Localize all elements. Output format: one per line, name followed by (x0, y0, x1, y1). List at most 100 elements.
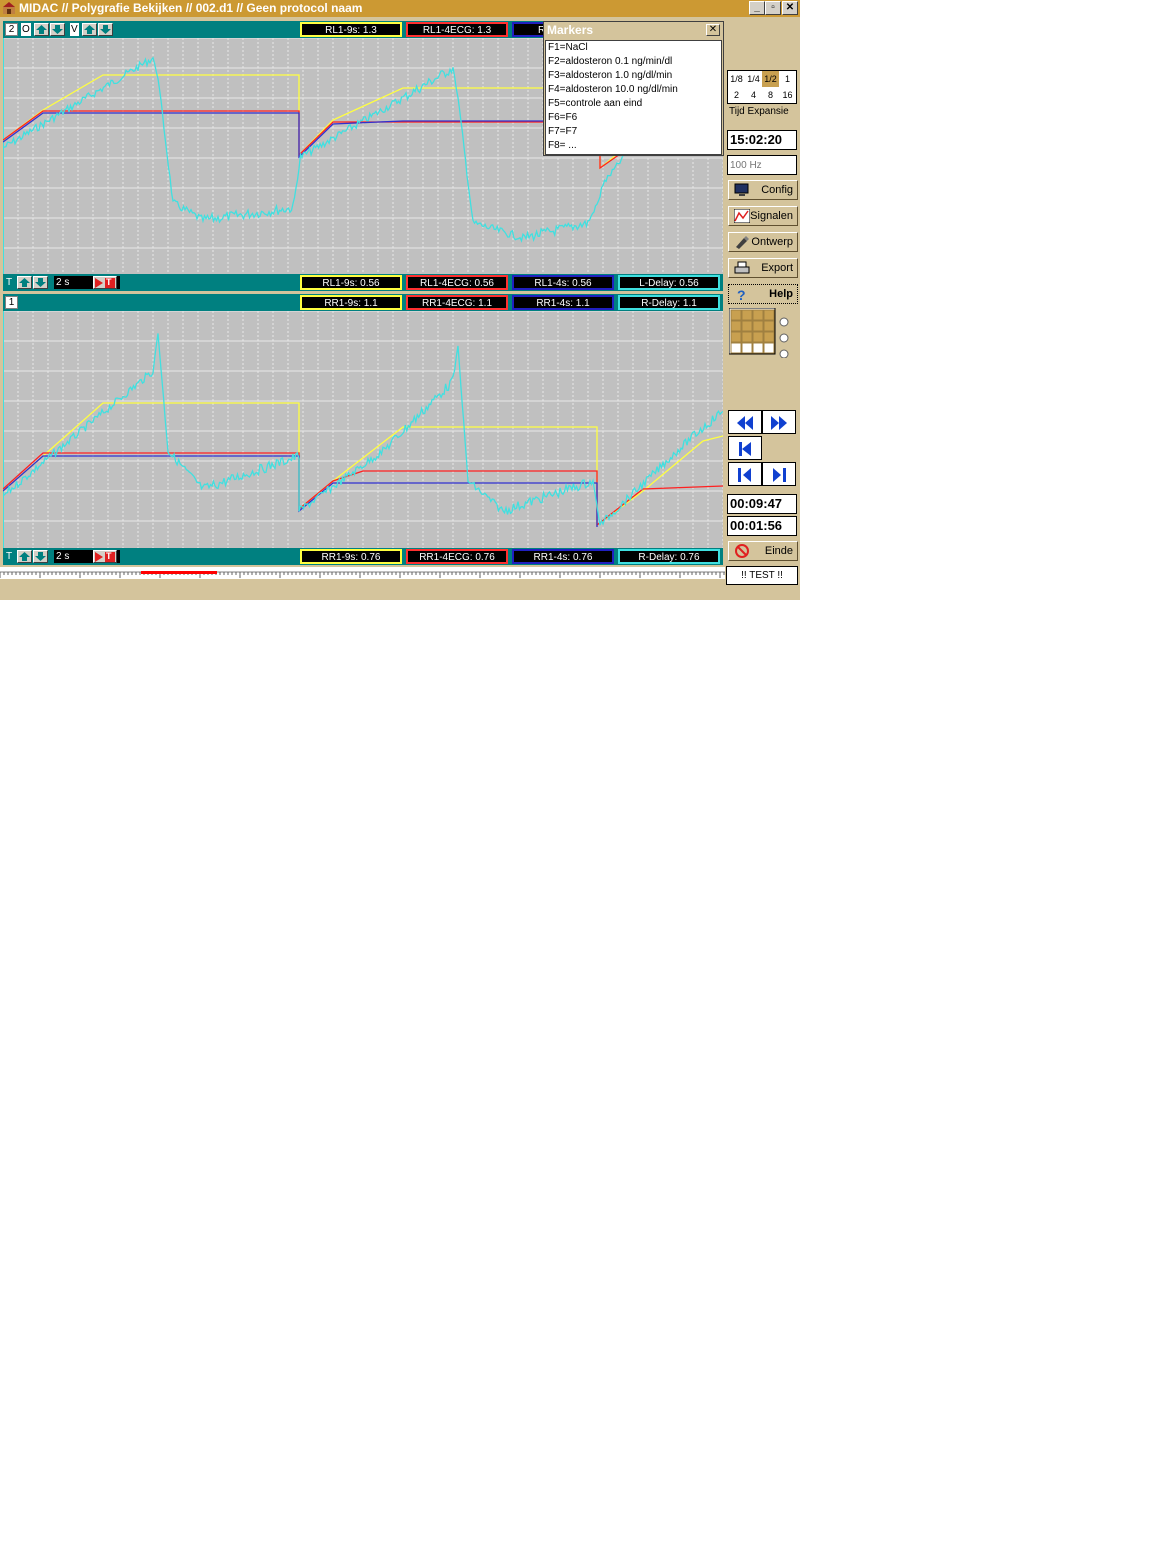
fast-forward-button[interactable] (762, 410, 796, 434)
rewind-button[interactable] (728, 410, 762, 434)
time-expansion-grid: 1/8 1/4 1/2 1 2 4 8 16 (727, 70, 797, 104)
design-icon (736, 236, 749, 249)
offset-down-button[interactable] (50, 23, 65, 36)
timeline-position-indicator[interactable] (141, 571, 217, 574)
timeline-ruler[interactable] (0, 567, 725, 600)
measurement-box: RR1-9s: 0.76 (300, 549, 402, 564)
position-time: 00:09:47 (727, 494, 797, 514)
main-window: MIDAC // Polygrafie Bekijken // 002.d1 /… (0, 0, 800, 600)
offset-up-button[interactable] (34, 23, 49, 36)
window-duration: 00:01:56 (727, 516, 797, 536)
expansion-option-selected[interactable]: 1/2 (762, 71, 779, 87)
expansion-option[interactable]: 4 (745, 87, 762, 103)
marker-item[interactable]: F1=NaCl (546, 41, 721, 55)
trigger-button[interactable]: T (93, 276, 117, 289)
measurement-box: RR1-4ECG: 1.1 (406, 295, 508, 310)
measurement-box: RL1-4s: 0.56 (512, 275, 614, 290)
printer-icon (734, 261, 750, 274)
measurement-box: RR1-4s: 0.76 (512, 549, 614, 564)
expansion-option[interactable]: 16 (779, 87, 796, 103)
trigger-button[interactable]: T (93, 550, 117, 563)
markers-close-button[interactable]: ✕ (706, 24, 720, 36)
trigger-label: T (106, 277, 112, 287)
measurement-box: RL1-9s: 0.56 (300, 275, 402, 290)
minimize-button[interactable]: _ (749, 1, 765, 15)
bottom-panel-footer: T 2 s T RR1-9s: 0.76 RR1-4ECG: 0.76 RR1-… (3, 548, 723, 565)
arrow-up-icon (19, 552, 30, 561)
marker-item[interactable]: F7=F7 (546, 125, 721, 139)
expansion-option[interactable]: 1 (779, 71, 796, 87)
arrow-up-icon (19, 278, 30, 287)
restore-button[interactable]: ▫ (765, 1, 781, 15)
help-label: Help (769, 288, 793, 300)
help-button[interactable]: ? Help (728, 284, 798, 304)
expansion-option[interactable]: 1/4 (745, 71, 762, 87)
window-title: MIDAC // Polygrafie Bekijken // 002.d1 /… (19, 1, 363, 15)
timebase-up-button[interactable] (17, 276, 32, 289)
go-start-icon (739, 442, 751, 456)
markers-list: F1=NaCl F2=aldosteron 0.1 ng/min/dl F3=a… (545, 40, 722, 155)
einde-button[interactable]: Einde (728, 541, 798, 561)
expansion-option[interactable]: 1/8 (728, 71, 745, 87)
arrow-up-icon (84, 25, 95, 34)
trigger-label: T (106, 551, 112, 561)
arrow-down-icon (35, 552, 46, 561)
ontwerp-button[interactable]: Ontwerp (728, 232, 798, 252)
export-button[interactable]: Export (728, 258, 798, 278)
measurement-box: R-Delay: 1.1 (618, 295, 720, 310)
measurement-box: RL1-4ECG: 1.3 (406, 22, 508, 37)
go-start-button[interactable] (728, 436, 762, 460)
measurement-box: RL1-9s: 1.3 (300, 22, 402, 37)
timebase-down-button[interactable] (33, 276, 48, 289)
timebase-label: T (6, 277, 13, 288)
trigger-icon (95, 552, 115, 562)
stop-icon (735, 544, 749, 558)
arrow-down-icon (100, 25, 111, 34)
einde-label: Einde (764, 545, 793, 557)
bottom-signal-plot[interactable] (3, 311, 723, 548)
step-back-button[interactable] (728, 462, 762, 486)
marker-item[interactable]: F5=controle aan eind (546, 97, 721, 111)
expansion-option[interactable]: 8 (762, 87, 779, 103)
markers-title[interactable]: Markers (544, 22, 723, 39)
timebase-down-button[interactable] (33, 550, 48, 563)
sample-rate-field[interactable] (727, 155, 797, 175)
expansion-option[interactable]: 2 (728, 87, 745, 103)
marker-item[interactable]: F8= ... (546, 139, 721, 153)
voltage-up-button[interactable] (82, 23, 97, 36)
marker-item[interactable]: F3=aldosteron 1.0 ng/dl/min (546, 69, 721, 83)
bottom-panel-header: 1 RR1-9s: 1.1 RR1-4ECG: 1.1 RR1-4s: 1.1 … (3, 294, 723, 311)
close-button[interactable]: ✕ (782, 1, 798, 15)
voltage-label: V (70, 23, 79, 36)
layout-selector[interactable] (729, 308, 799, 358)
marker-item[interactable]: F6=F6 (546, 111, 721, 125)
config-label: Config (761, 184, 793, 196)
signals-icon (734, 209, 750, 223)
measurement-box: R-Delay: 0.76 (618, 549, 720, 564)
offset-label: O (21, 23, 31, 36)
voltage-down-button[interactable] (98, 23, 113, 36)
marker-item[interactable]: F4=aldosteron 10.0 ng/dl/min (546, 83, 721, 97)
trigger-icon (95, 278, 115, 288)
channel-number[interactable]: 1 (5, 296, 18, 309)
title-bar[interactable]: MIDAC // Polygrafie Bekijken // 002.d1 /… (0, 0, 800, 17)
help-icon: ? (737, 287, 746, 301)
svg-text:?: ? (737, 287, 746, 301)
app-icon (3, 2, 15, 14)
timebase-label: T (6, 551, 13, 562)
signalen-button[interactable]: Signalen (728, 206, 798, 226)
step-forward-button[interactable] (762, 462, 796, 486)
measurement-box: RL1-4ECG: 0.56 (406, 275, 508, 290)
marker-item[interactable]: F2=aldosteron 0.1 ng/min/dl (546, 55, 721, 69)
clock-display: 15:02:20 (727, 130, 797, 150)
markers-dialog[interactable]: Markers ✕ F1=NaCl F2=aldosteron 0.1 ng/m… (543, 21, 724, 156)
rewind-icon (737, 416, 753, 430)
measurement-box: RR1-4s: 1.1 (512, 295, 614, 310)
timebase-up-button[interactable] (17, 550, 32, 563)
measurement-box: RR1-4ECG: 0.76 (406, 549, 508, 564)
forward-icon (771, 416, 787, 430)
channel-number[interactable]: 2 (5, 23, 18, 36)
config-button[interactable]: Config (728, 180, 798, 200)
step-back-icon (738, 468, 751, 482)
measurement-box: RR1-9s: 1.1 (300, 295, 402, 310)
